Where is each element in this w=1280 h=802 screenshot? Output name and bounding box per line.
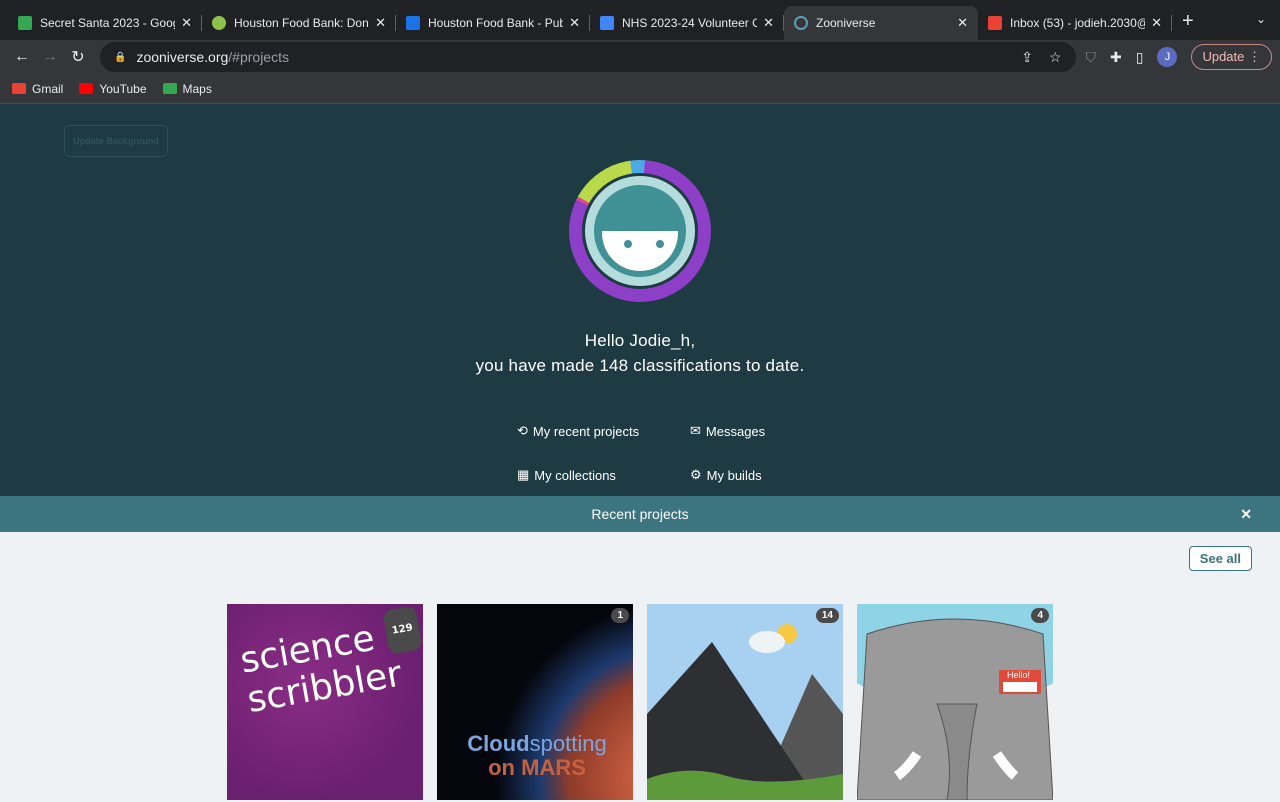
classification-count-badge: 14 xyxy=(815,608,839,623)
forward-icon[interactable]: → xyxy=(36,48,64,66)
tab-zooniverse[interactable]: Zooniverse ✕ xyxy=(784,6,978,40)
project-art-text: Cloud xyxy=(467,731,530,756)
user-hero: Update Background Hello Jodie_h,you have… xyxy=(0,104,1280,496)
share-icon[interactable]: ⇪ xyxy=(1021,49,1033,66)
mountain-illustration xyxy=(647,624,843,800)
hello-sign-text: Hello! xyxy=(1007,670,1031,680)
classification-summary: you have made 148 classifications to dat… xyxy=(475,356,805,375)
apple-icon xyxy=(212,16,226,30)
bookmark-maps[interactable]: Maps xyxy=(162,82,212,96)
greeting: Hello Jodie_h, xyxy=(584,331,696,350)
zooniverse-icon xyxy=(794,16,808,30)
my-builds-link[interactable]: ⚙ My builds xyxy=(690,466,810,484)
project-art-text: on MARS xyxy=(488,755,586,780)
lock-icon: 🔒 xyxy=(114,51,127,63)
shield-extension-icon[interactable]: ⛉ xyxy=(1086,49,1097,66)
project-card-elephant[interactable]: Hello! 4 xyxy=(857,604,1053,800)
project-card-mountains[interactable]: 14 xyxy=(647,604,843,800)
classification-count-badge: 1 xyxy=(611,608,629,623)
close-tab-icon[interactable]: ✕ xyxy=(763,15,774,31)
tab-search-chevron-icon[interactable]: ⌄ xyxy=(1256,12,1266,26)
browser-toolbar: ← → ↻ 🔒 zooniverse.org/#projects ⇪ ☆ ⛉ ✚ … xyxy=(0,40,1280,74)
address-bar[interactable]: 🔒 zooniverse.org/#projects ⇪ ☆ xyxy=(100,42,1076,72)
my-recent-projects-link[interactable]: ⟲ My recent projects xyxy=(517,422,690,440)
history-icon: ⟲ xyxy=(517,423,528,438)
classification-count-badge: 4 xyxy=(1031,608,1049,623)
reload-icon[interactable]: ↻ xyxy=(64,47,92,67)
docs-icon xyxy=(600,16,614,30)
side-panel-icon[interactable]: ▯ xyxy=(1136,49,1144,66)
youtube-icon xyxy=(79,83,94,94)
my-collections-link[interactable]: ▦ My collections xyxy=(517,466,690,484)
tab-houston-food-bank-public[interactable]: Houston Food Bank - Publi ✕ xyxy=(396,6,590,40)
recent-projects-header: Recent projects ✕ xyxy=(0,496,1280,532)
close-tab-icon[interactable]: ✕ xyxy=(181,15,192,31)
tab-houston-food-bank-donate[interactable]: Houston Food Bank: Donat ✕ xyxy=(202,6,396,40)
grid-icon: ▦ xyxy=(517,467,530,482)
sheets-icon xyxy=(18,16,32,30)
gear-icon: ⚙ xyxy=(690,467,702,482)
bookmark-gmail[interactable]: Gmail xyxy=(12,82,63,96)
classification-ring xyxy=(569,160,711,302)
tab-nhs-volunteer[interactable]: NHS 2023-24 Volunteer O ✕ xyxy=(590,6,784,40)
close-icon[interactable]: ✕ xyxy=(1240,506,1252,523)
project-card-science-scribbler[interactable]: science scribbler 129 xyxy=(227,604,423,800)
puzzle-icon xyxy=(406,16,420,30)
bookmarks-bar: Gmail YouTube Maps xyxy=(0,74,1280,104)
url-domain: zooniverse.org xyxy=(136,49,229,65)
extensions-puzzle-icon[interactable]: ✚ xyxy=(1110,49,1122,66)
bookmark-youtube[interactable]: YouTube xyxy=(79,82,147,96)
tab-secret-santa[interactable]: Secret Santa 2023 - Google ✕ xyxy=(8,6,202,40)
maps-icon xyxy=(162,83,177,94)
recent-projects-title: Recent projects xyxy=(591,506,689,522)
close-tab-icon[interactable]: ✕ xyxy=(1151,15,1162,31)
classification-count-badge: 129 xyxy=(382,605,423,655)
close-tab-icon[interactable]: ✕ xyxy=(569,15,580,31)
bookmark-star-icon[interactable]: ☆ xyxy=(1049,49,1062,66)
new-tab-button[interactable]: + xyxy=(1182,10,1194,33)
see-all-button[interactable]: See all xyxy=(1188,546,1252,571)
envelope-icon: ✉ xyxy=(690,423,701,438)
project-card-cloudspotting-mars[interactable]: Cloudspotting on MARS 1 xyxy=(437,604,633,800)
close-tab-icon[interactable]: ✕ xyxy=(375,15,386,31)
url-path: /#projects xyxy=(228,49,289,65)
gmail-icon xyxy=(12,83,26,94)
messages-link[interactable]: ✉ Messages xyxy=(690,422,810,440)
gmail-icon xyxy=(988,16,1002,30)
tab-strip: Secret Santa 2023 - Google ✕ Houston Food… xyxy=(0,0,1280,40)
back-icon[interactable]: ← xyxy=(8,48,36,66)
tab-inbox[interactable]: Inbox (53) - jodieh.2030@ ✕ xyxy=(978,6,1172,40)
update-background-button[interactable]: Update Background xyxy=(64,125,168,157)
project-art-text: spotting xyxy=(529,731,607,756)
elephant-illustration xyxy=(857,604,1053,800)
zooniverse-avatar xyxy=(594,185,686,277)
update-button[interactable]: Update ⋮ xyxy=(1191,44,1272,70)
profile-avatar[interactable]: J xyxy=(1157,47,1178,67)
close-tab-icon[interactable]: ✕ xyxy=(957,15,968,31)
